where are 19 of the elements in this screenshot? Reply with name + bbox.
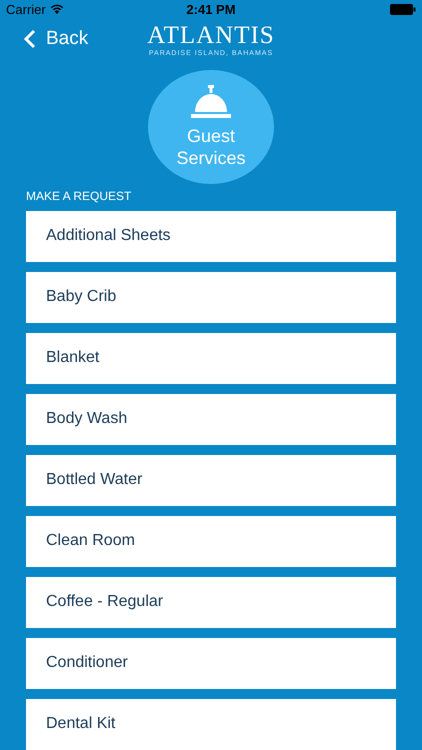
section-label: MAKE A REQUEST: [26, 188, 132, 205]
request-item[interactable]: Blanket: [26, 332, 396, 384]
request-item[interactable]: Body Wash: [26, 394, 396, 445]
request-item[interactable]: Dental Kit: [26, 698, 396, 750]
request-item[interactable]: Clean Room: [26, 516, 396, 567]
service-title: Guest Services: [175, 124, 247, 169]
carrier-label: Carrier: [6, 2, 46, 17]
time-label: 2:41 PM: [186, 2, 236, 17]
battery-icon: [390, 4, 416, 15]
request-item[interactable]: Bottled Water: [26, 454, 396, 506]
request-item[interactable]: Additional Sheets: [26, 210, 396, 262]
bell-icon: [190, 84, 232, 119]
logo-wordmark: ATLANTIS: [147, 22, 275, 50]
request-item[interactable]: Coffee - Regular: [26, 576, 396, 628]
wifi-icon: [50, 4, 64, 14]
request-item[interactable]: Conditioner: [26, 638, 396, 689]
request-item[interactable]: Baby Crib: [26, 272, 396, 323]
back-button[interactable]: Back: [0, 28, 88, 50]
chevron-left-icon: [24, 28, 36, 49]
